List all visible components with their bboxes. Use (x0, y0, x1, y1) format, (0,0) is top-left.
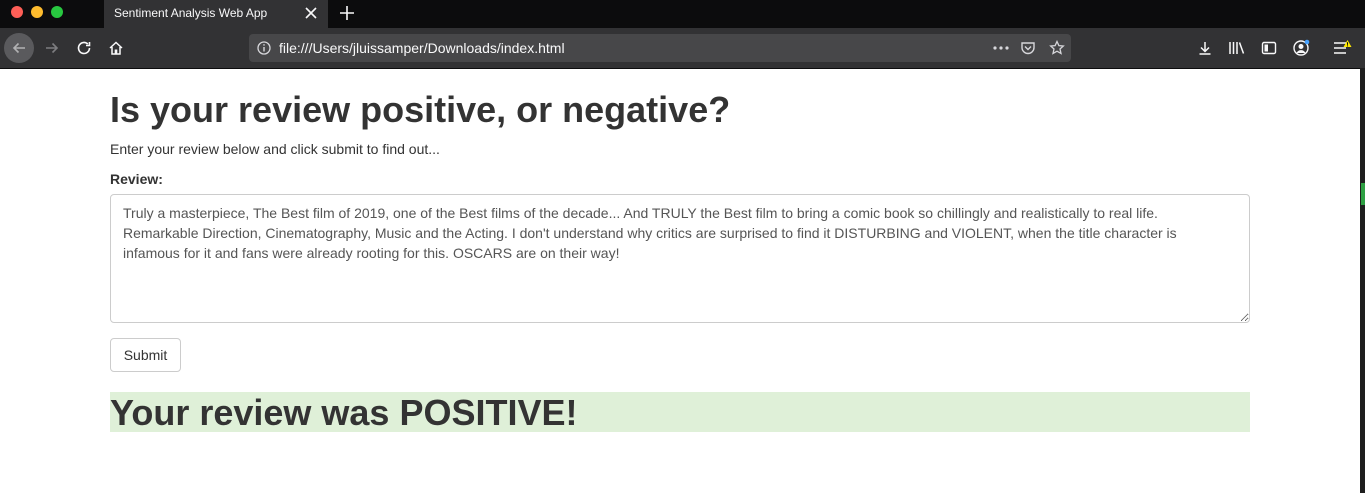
sidebar-icon[interactable] (1257, 36, 1281, 60)
more-actions-icon[interactable] (989, 36, 1013, 60)
bookmark-star-icon[interactable] (1045, 36, 1069, 60)
review-textarea[interactable]: Truly a masterpiece, The Best film of 20… (110, 194, 1250, 323)
tab-sentiment-analysis[interactable]: Sentiment Analysis Web App (104, 0, 328, 28)
info-icon[interactable] (256, 40, 272, 56)
review-label: Review: (110, 171, 163, 187)
result-banner: Your review was POSITIVE! (110, 392, 1250, 433)
navigation-toolbar: file:///Users/jluissamper/Downloads/inde… (0, 28, 1365, 69)
window-maximize-button[interactable] (51, 6, 63, 18)
address-bar[interactable]: file:///Users/jluissamper/Downloads/inde… (249, 34, 1071, 62)
submit-button[interactable]: Submit (110, 338, 181, 372)
downloads-icon[interactable] (1193, 36, 1217, 60)
pocket-icon[interactable] (1016, 36, 1040, 60)
window-minimize-button[interactable] (31, 6, 43, 18)
tab-strip: Sentiment Analysis Web App (0, 0, 1365, 28)
home-icon[interactable] (104, 36, 128, 60)
url-text[interactable]: file:///Users/jluissamper/Downloads/inde… (279, 40, 565, 56)
forward-arrow-icon[interactable] (40, 36, 64, 60)
menu-icon[interactable] (1330, 36, 1354, 60)
back-button[interactable] (4, 33, 34, 63)
tab-title: Sentiment Analysis Web App (114, 6, 268, 20)
page-subtitle: Enter your review below and click submit… (110, 141, 440, 157)
result-text: Your review was POSITIVE! (110, 392, 578, 433)
library-icon[interactable] (1225, 36, 1249, 60)
reload-icon[interactable] (72, 36, 96, 60)
window-close-button[interactable] (11, 6, 23, 18)
account-icon[interactable] (1289, 36, 1313, 60)
window-edge-indicator (1361, 183, 1365, 205)
window-edge-strip (1360, 68, 1365, 493)
new-tab-plus-icon[interactable] (336, 2, 358, 24)
arrow-left-icon (12, 42, 25, 54)
page-title: Is your review positive, or negative? (110, 89, 731, 130)
close-icon[interactable] (302, 4, 320, 22)
